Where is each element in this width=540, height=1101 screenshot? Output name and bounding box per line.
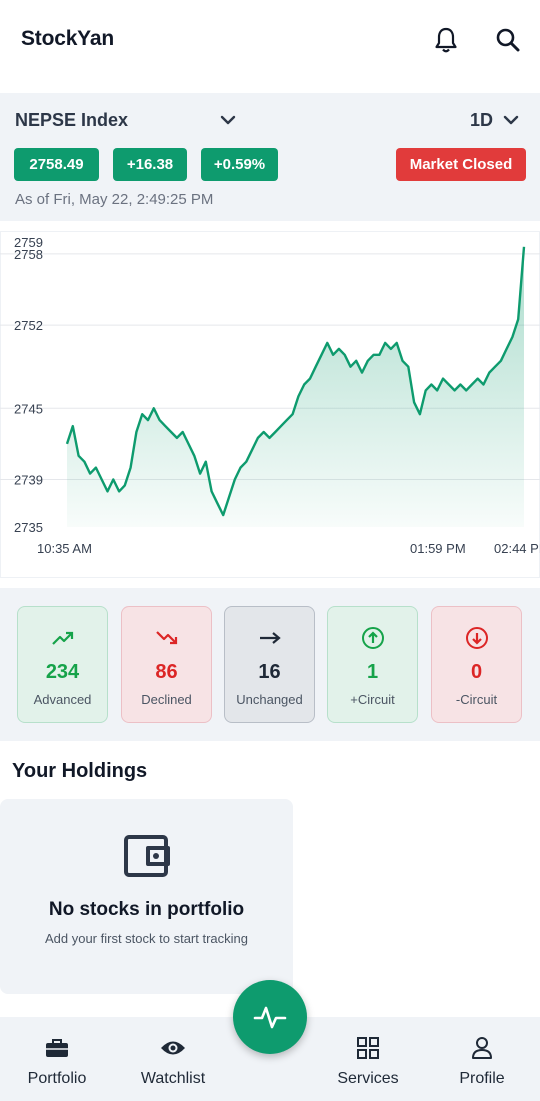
stat-advanced[interactable]: 234 Advanced: [17, 606, 108, 723]
empty-portfolio-card: [0, 799, 293, 994]
as-of-timestamp: As of Fri, May 22, 2:49:25 PM: [15, 191, 214, 208]
index-change-pct-badge: +0.59%: [201, 148, 278, 181]
briefcase-icon: [44, 1036, 70, 1060]
stat-value: 86: [155, 661, 178, 683]
chevron-down-icon[interactable]: [218, 110, 238, 130]
stat-value: 0: [470, 661, 483, 683]
nav-item-services[interactable]: Services: [332, 1036, 404, 1088]
stat-declined[interactable]: 86 Declined: [121, 606, 212, 723]
nav-label: Profile: [459, 1070, 505, 1087]
x-tick-label: 10:35 AM: [37, 541, 92, 556]
y-tick-label: 2739: [14, 473, 43, 488]
market-activity-fab[interactable]: [233, 980, 307, 1054]
stat-label: +Circuit: [350, 692, 395, 707]
y-tick-label: 2758: [14, 247, 43, 262]
y-tick-label: 2745: [14, 401, 43, 416]
bell-icon[interactable]: [432, 24, 460, 56]
grid-icon: [355, 1036, 381, 1060]
trend-up-icon: [51, 627, 75, 649]
x-tick-label: 02:44 PM: [494, 541, 540, 556]
stat-value: 1: [366, 661, 379, 683]
nav-label: Watchlist: [140, 1070, 206, 1087]
person-icon: [469, 1036, 495, 1060]
stat-label: Declined: [141, 692, 192, 707]
stat-positive-circuit[interactable]: 1 +Circuit: [327, 606, 418, 723]
circle-arrow-down-icon: [465, 627, 489, 649]
empty-state-subtitle: Add your first stock to start tracking: [44, 931, 249, 946]
index-line-chart[interactable]: 27592758275227452739273510:35 AM 01:59 PM…: [0, 231, 540, 578]
chevron-down-icon[interactable]: [501, 110, 521, 130]
app-title: StockYan: [21, 27, 114, 50]
stat-unchanged[interactable]: 16 Unchanged: [224, 606, 315, 723]
empty-state-title: No stocks in portfolio: [48, 899, 245, 920]
period-selector-label[interactable]: 1D: [470, 110, 493, 131]
stat-label: Advanced: [33, 692, 92, 707]
nav-item-portfolio[interactable]: Portfolio: [24, 1036, 90, 1088]
series-area: [67, 246, 524, 528]
index-value-badge: 2758.49: [14, 148, 99, 181]
eye-icon: [160, 1036, 186, 1060]
x-tick-label: 01:59 PM: [410, 541, 466, 556]
y-tick-label: 2735: [14, 520, 43, 535]
nav-item-profile[interactable]: Profile: [455, 1036, 509, 1088]
index-selector-label[interactable]: NEPSE Index: [15, 110, 128, 131]
nav-label: Portfolio: [27, 1070, 87, 1087]
activity-icon: [253, 1006, 287, 1029]
top-app-bar: StockYan: [0, 0, 540, 82]
stat-negative-circuit[interactable]: 0 -Circuit: [431, 606, 522, 723]
market-status-badge: Market Closed: [396, 148, 526, 181]
nav-label: Services: [337, 1070, 399, 1087]
y-tick-label: 2752: [14, 318, 43, 333]
search-icon[interactable]: [494, 24, 522, 56]
circle-arrow-up-icon: [361, 627, 385, 649]
nav-item-watchlist[interactable]: Watchlist: [136, 1036, 210, 1088]
stat-value: 234: [45, 661, 80, 683]
holdings-heading: Your Holdings: [12, 760, 148, 782]
wallet-icon: [122, 833, 172, 879]
trend-down-icon: [155, 627, 179, 649]
stat-label: -Circuit: [455, 692, 498, 707]
stat-value: 16: [258, 661, 281, 683]
stat-label: Unchanged: [236, 692, 303, 707]
index-change-badge: +16.38: [113, 148, 187, 181]
arrow-right-icon: [258, 627, 282, 649]
